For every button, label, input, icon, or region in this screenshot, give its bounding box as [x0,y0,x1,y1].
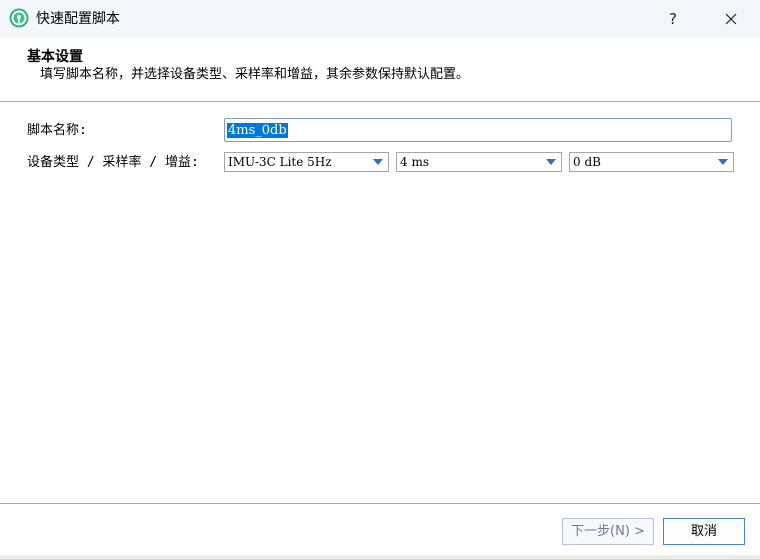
signal-tower-icon [9,8,29,28]
cancel-button[interactable]: 取消 [663,518,745,545]
header-panel: 基本设置 填写脚本名称，并选择设备类型、采样率和增益，其余参数保持默认配置。 [0,38,760,101]
device-settings-label: 设备类型 / 采样率 / 增益: [27,155,199,170]
sample-rate-value: 4 ms [400,155,429,169]
chevron-down-icon [718,159,728,165]
title-bar: 快速配置脚本 ? [0,0,760,38]
chevron-down-icon [373,159,383,165]
chevron-down-icon [546,159,556,165]
page-title: 基本设置 [27,49,83,65]
footer-divider [0,503,760,504]
header-divider [0,101,760,102]
device-type-value: IMU-3C Lite 5Hz [228,155,332,169]
script-name-input[interactable]: 4ms_0db [224,118,732,142]
sample-rate-select[interactable]: 4 ms [396,152,562,172]
page-subtitle: 填写脚本名称，并选择设备类型、采样率和增益，其余参数保持默认配置。 [40,67,470,82]
gain-select[interactable]: 0 dB [569,152,734,172]
next-button[interactable]: 下一步(N) > [562,518,654,545]
window-bottom-edge [0,555,760,559]
help-button[interactable]: ? [652,4,694,34]
script-name-label: 脚本名称: [27,123,87,138]
window-title: 快速配置脚本 [36,11,120,27]
device-type-select[interactable]: IMU-3C Lite 5Hz [224,152,389,172]
close-icon [725,13,737,25]
close-button[interactable] [710,4,752,34]
script-name-value: 4ms_0db [227,123,288,138]
gain-value: 0 dB [573,155,601,169]
